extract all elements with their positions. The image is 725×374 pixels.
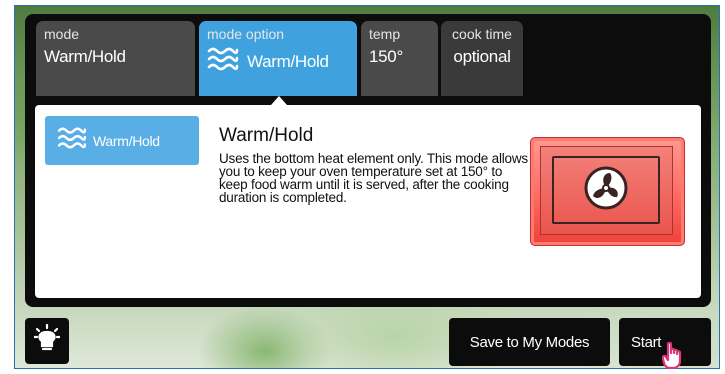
tab-mode-option-value: Warm/Hold bbox=[247, 51, 329, 71]
tab-temp[interactable]: temp 150° bbox=[361, 21, 438, 96]
tab-mode-value: Warm/Hold bbox=[44, 47, 126, 66]
tab-mode-option-row: Warm/Hold bbox=[207, 46, 349, 77]
mode-description: Uses the bottom heat element only. This … bbox=[219, 151, 528, 205]
save-to-my-modes-button[interactable]: Save to My Modes bbox=[449, 318, 610, 366]
heat-waves-icon bbox=[207, 46, 239, 77]
selected-mode-chip[interactable]: Warm/Hold bbox=[45, 116, 199, 165]
tab-cook-time[interactable]: cook time optional bbox=[441, 21, 523, 96]
heat-waves-icon bbox=[57, 126, 87, 155]
oven-window bbox=[552, 156, 660, 224]
save-button-label: Save to My Modes bbox=[469, 333, 590, 351]
light-bulb-icon bbox=[33, 323, 61, 358]
oven-illustration bbox=[530, 137, 685, 246]
tab-mode[interactable]: mode Warm/Hold bbox=[36, 21, 195, 96]
mode-title: Warm/Hold bbox=[219, 125, 314, 146]
hand-cursor-icon bbox=[661, 341, 684, 374]
tab-mode-option[interactable]: mode option Warm/Hold bbox=[199, 21, 357, 96]
oven-light-button[interactable] bbox=[25, 318, 69, 364]
fan-icon bbox=[583, 165, 629, 216]
tab-mode-option-label: mode option bbox=[207, 26, 285, 42]
tab-temp-value: 150° bbox=[369, 47, 403, 66]
tab-cook-time-value: optional bbox=[453, 47, 511, 66]
tab-mode-label: mode bbox=[44, 26, 80, 42]
tab-pointer bbox=[271, 96, 287, 105]
start-button-label: Start bbox=[631, 333, 662, 351]
tab-cook-time-label: cook time bbox=[452, 26, 512, 42]
selected-mode-chip-label: Warm/Hold bbox=[93, 132, 160, 149]
tab-temp-label: temp bbox=[369, 26, 401, 42]
